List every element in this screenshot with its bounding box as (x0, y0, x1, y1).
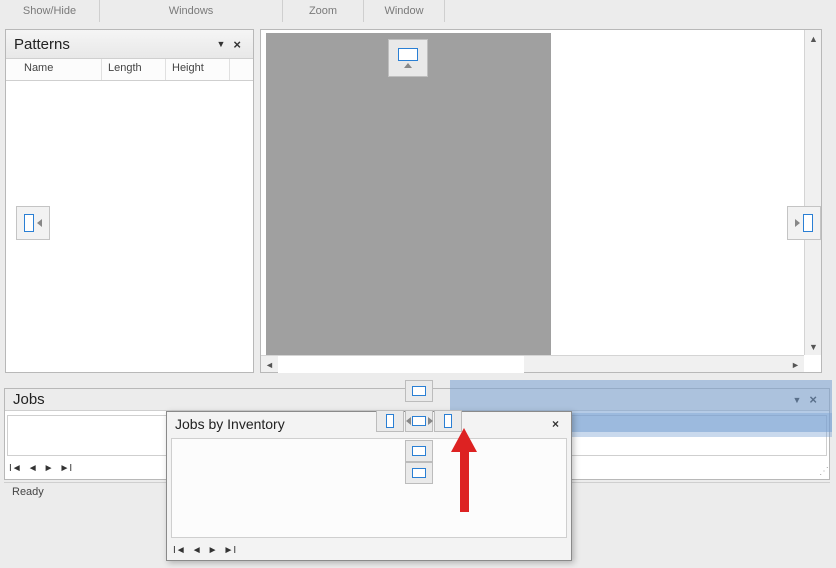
dock-target-right-icon[interactable] (787, 206, 821, 240)
vertical-scrollbar[interactable]: ▲ ▼ (804, 30, 821, 355)
scroll-right-icon[interactable]: ► (787, 356, 804, 373)
status-text: Ready (12, 486, 44, 498)
col-length[interactable]: Length (102, 59, 166, 80)
main-canvas[interactable]: ▲ ▼ ◄ ► (260, 29, 822, 373)
patterns-table-header: Name Length Height (6, 59, 253, 81)
float-titlebar[interactable]: Jobs by Inventory × (167, 412, 571, 435)
patterns-titlebar[interactable]: Patterns ▼ × (6, 30, 253, 59)
patterns-title-text: Patterns (14, 36, 70, 53)
nav-last-icon[interactable]: ►I (60, 463, 73, 474)
dock-target-left-icon[interactable] (16, 206, 50, 240)
scroll-left-icon[interactable]: ◄ (261, 356, 278, 373)
ribbon-group-showhide: Show/Hide (0, 0, 100, 22)
patterns-close-icon[interactable]: × (229, 37, 245, 52)
nav-next-icon[interactable]: ► (44, 463, 54, 474)
float-nav-prev-icon[interactable]: ◄ (192, 545, 202, 556)
float-nav-next-icon[interactable]: ► (208, 545, 218, 556)
jobs-title-text: Jobs (13, 391, 45, 408)
float-close-icon[interactable]: × (548, 417, 563, 431)
ribbon-group-window: Window (364, 0, 445, 22)
floating-panel-jobs-by-inventory[interactable]: Jobs by Inventory × I◄ ◄ ► ►I (166, 411, 572, 561)
scroll-down-icon[interactable]: ▼ (805, 338, 822, 355)
resize-grip-icon[interactable]: ⋰ (819, 466, 827, 477)
dock-target-top-icon[interactable] (388, 39, 428, 77)
float-nav-last-icon[interactable]: ►I (224, 545, 237, 556)
patterns-dropdown-icon[interactable]: ▼ (212, 39, 229, 49)
nav-prev-icon[interactable]: ◄ (28, 463, 38, 474)
horizontal-scrollbar[interactable]: ◄ ► (261, 355, 804, 372)
nav-first-icon[interactable]: I◄ (9, 463, 22, 474)
col-name[interactable]: Name (6, 59, 102, 80)
ribbon-group-windows: Windows (100, 0, 283, 22)
canvas-content[interactable] (266, 33, 551, 355)
annotation-arrow-icon (452, 428, 476, 512)
ribbon-group-zoom: Zoom (283, 0, 364, 22)
float-nav-first-icon[interactable]: I◄ (173, 545, 186, 556)
col-height[interactable]: Height (166, 59, 230, 80)
float-title-text: Jobs by Inventory (175, 416, 285, 432)
scroll-up-icon[interactable]: ▲ (805, 30, 822, 47)
jobs-record-nav: I◄ ◄ ► ►I (9, 463, 72, 474)
float-body[interactable] (171, 438, 567, 538)
ribbon-group-labels: Show/Hide Windows Zoom Window (0, 0, 836, 22)
patterns-panel: Patterns ▼ × Name Length Height (5, 29, 254, 373)
float-record-nav: I◄ ◄ ► ►I (173, 545, 236, 556)
